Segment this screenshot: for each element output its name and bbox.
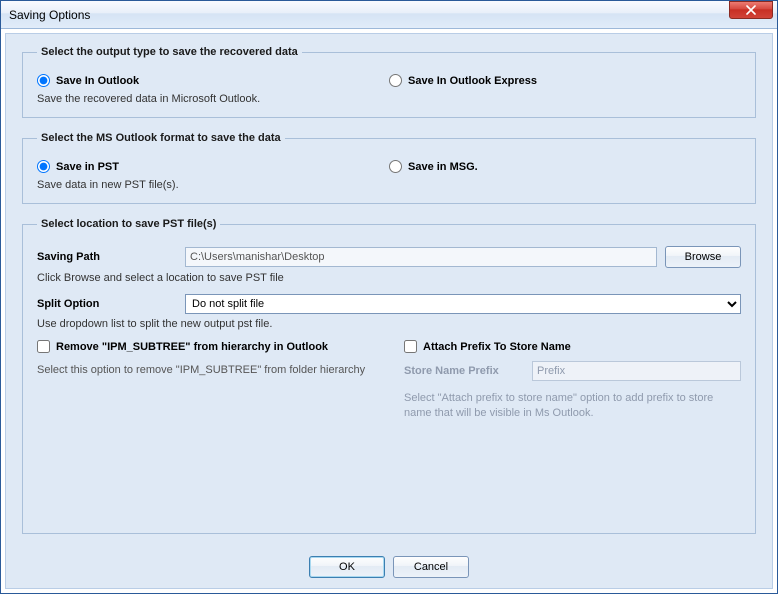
location-group: Select location to save PST file(s) Savi… [22,218,756,534]
store-prefix-input [532,361,741,381]
saving-path-label: Saving Path [37,251,177,263]
save-in-outlook-desc: Save the recovered data in Microsoft Out… [37,93,389,105]
save-pst-radio[interactable] [37,160,50,173]
attach-prefix-label: Attach Prefix To Store Name [423,341,571,353]
close-icon [745,5,757,15]
save-pst-label: Save in PST [56,161,119,173]
remove-ipm-label: Remove "IPM_SUBTREE" from hierarchy in O… [56,341,328,353]
browse-button[interactable]: Browse [665,246,741,268]
remove-ipm-checkbox[interactable] [37,340,50,353]
split-option-select[interactable]: Do not split file [185,294,741,314]
saving-options-dialog: Saving Options Select the output type to… [0,0,778,594]
save-msg-label: Save in MSG. [408,161,478,173]
split-hint: Use dropdown list to split the new outpu… [37,318,741,330]
output-type-group: Select the output type to save the recov… [22,46,756,118]
store-prefix-desc: Select "Attach prefix to store name" opt… [404,391,741,421]
location-legend: Select location to save PST file(s) [37,218,220,230]
format-group: Select the MS Outlook format to save the… [22,132,756,204]
save-in-outlook-express-radio[interactable] [389,74,402,87]
close-button[interactable] [729,1,773,19]
save-pst-desc: Save data in new PST file(s). [37,179,389,191]
client-area: Select the output type to save the recov… [5,33,773,589]
store-prefix-label: Store Name Prefix [404,365,524,377]
split-option-label: Split Option [37,298,177,310]
save-in-outlook-radio[interactable] [37,74,50,87]
window-title: Saving Options [9,8,90,22]
output-type-legend: Select the output type to save the recov… [37,46,302,58]
save-msg-radio[interactable] [389,160,402,173]
titlebar: Saving Options [1,1,777,29]
browse-hint: Click Browse and select a location to sa… [37,272,741,284]
ok-button[interactable]: OK [309,556,385,578]
remove-ipm-desc: Select this option to remove "IPM_SUBTRE… [37,363,374,378]
dialog-buttons: OK Cancel [22,548,756,578]
save-in-outlook-label: Save In Outlook [56,75,139,87]
cancel-button[interactable]: Cancel [393,556,469,578]
attach-prefix-checkbox[interactable] [404,340,417,353]
saving-path-input[interactable] [185,247,657,267]
format-legend: Select the MS Outlook format to save the… [37,132,285,144]
save-in-outlook-express-label: Save In Outlook Express [408,75,537,87]
